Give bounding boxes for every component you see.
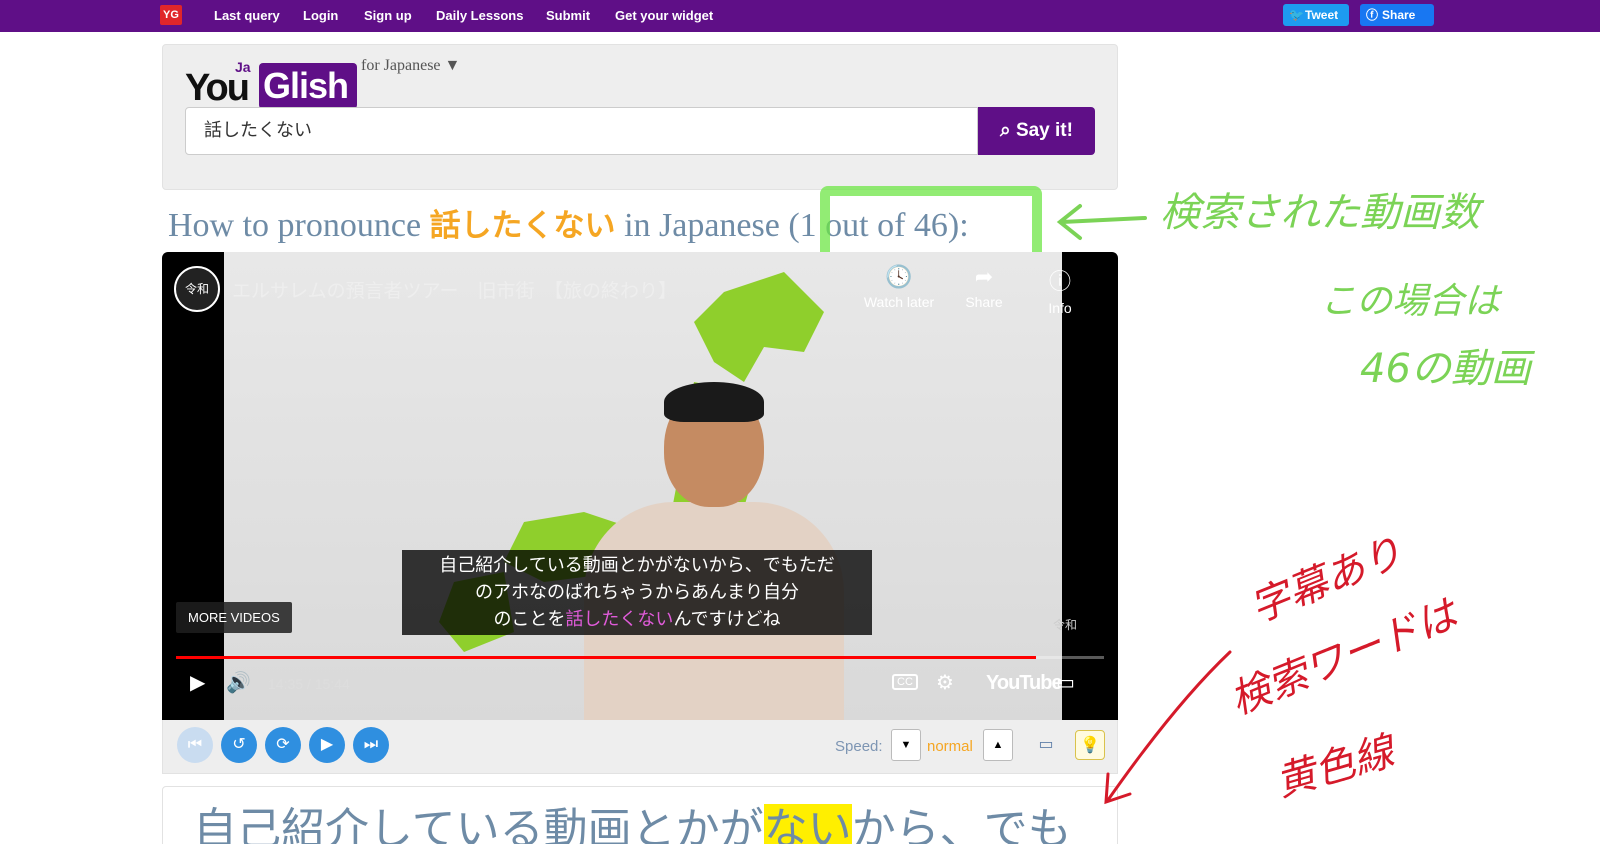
annotation-green-3: 46の動画: [1360, 346, 1531, 392]
annotation-green-2: この場合は: [1320, 281, 1501, 322]
annotation-arrows: [1056, 204, 1232, 805]
annotation-green-1: 検索された動画数: [1160, 190, 1480, 236]
